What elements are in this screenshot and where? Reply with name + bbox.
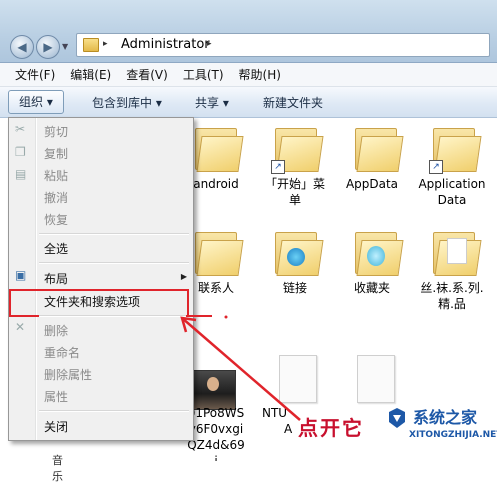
organize-menu: ✂ 剪切 ❐ 复制 ▤ 粘贴 撤消 恢复 全选 ▣ 布局 ▶ 文件夹和搜索选项 … [8,117,194,441]
video-thumbnail[interactable] [192,370,236,410]
breadcrumb-current[interactable]: Administrator [121,37,210,52]
item-label-start-menu-line2[interactable]: 单 [255,192,335,208]
globe-icon [367,246,385,266]
file-icon[interactable] [279,355,317,403]
include-in-library-button[interactable]: 包含到库中 ▾ [92,94,162,111]
scissors-icon: ✂ [15,122,26,136]
menu-item-remove-properties[interactable]: 删除属性 [44,366,92,383]
menu-view[interactable]: 查看(V) [126,66,168,83]
submenu-arrow-icon: ▶ [180,272,187,281]
paste-icon: ▤ [15,167,27,181]
folder-icon[interactable] [355,128,404,172]
file-icon[interactable] [357,355,395,403]
favorites-folder-icon[interactable] [355,232,404,276]
contacts-folder-icon[interactable] [195,232,244,276]
menu-item-cut[interactable]: 剪切 [44,123,68,140]
organize-button[interactable]: 组织 ▾ [8,90,64,114]
watermark-logo-icon [389,408,405,428]
item-label-silk[interactable]: 丝.袜.系.列. [412,280,492,296]
menu-item-properties[interactable]: 属性 [44,388,68,405]
menu-gutter [35,118,37,440]
shortcut-arrow-icon: ↗ [429,160,443,174]
menu-item-delete[interactable]: 删除 [44,322,68,339]
links-folder-icon[interactable] [275,232,324,276]
menu-item-undo[interactable]: 撤消 [44,189,68,206]
forward-arrow-icon: ▶ [43,40,53,54]
window-titlebar: ◀ ▶ ▼ ▸ Administrator ▸ [0,0,497,63]
item-label-favorites[interactable]: 收藏夹 [332,280,412,296]
menu-separator [39,410,189,412]
shortcut-arrow-icon: ↗ [271,160,285,174]
folder-icon[interactable]: ↗ [429,128,482,174]
menu-bar: 文件(F) 编辑(E) 查看(V) 工具(T) 帮助(H) [0,63,497,87]
menu-tools[interactable]: 工具(T) [183,66,224,83]
layout-icon: ▣ [15,268,27,282]
breadcrumb-chevron-icon[interactable]: ▸ [103,39,108,49]
folder-icon [83,38,99,52]
menu-separator [39,233,189,235]
watermark: 系统之家 XITONGZHIJIA.NET [385,400,497,461]
menu-item-layout[interactable]: 布局 [44,270,68,287]
menu-separator [39,262,189,264]
menu-item-paste[interactable]: 粘贴 [44,167,68,184]
folder-icon[interactable] [195,128,244,172]
menu-edit[interactable]: 编辑(E) [70,66,111,83]
item-label-video-line4[interactable]: i [176,453,256,461]
menu-file[interactable]: 文件(F) [15,66,55,83]
menu-separator [39,315,189,317]
forward-button[interactable]: ▶ [36,35,60,59]
menu-item-select-all[interactable]: 全选 [44,240,68,257]
link-arrow-icon [287,248,305,266]
item-label-silk-line2[interactable]: 精.品 [412,296,492,312]
share-button[interactable]: 共享 ▾ [195,94,229,111]
menu-item-copy[interactable]: 复制 [44,145,68,162]
annotation-text: 点开它 [298,416,364,440]
menu-item-redo[interactable]: 恢复 [44,211,68,228]
highlight-box [9,289,189,317]
folder-icon[interactable] [433,232,482,276]
new-folder-button[interactable]: 新建文件夹 [263,94,323,111]
item-label-application-data[interactable]: Application [412,176,492,192]
copy-icon: ❐ [15,145,26,159]
folder-icon[interactable]: ↗ [271,128,324,174]
command-bar: 组织 ▾ 包含到库中 ▾ 共享 ▾ 新建文件夹 [0,87,497,118]
watermark-name: 系统之家 [413,408,478,427]
menu-item-close[interactable]: 关闭 [44,418,68,435]
document-icon [447,238,467,264]
nav-item-music[interactable]: 音乐 [52,452,63,484]
back-button[interactable]: ◀ [10,35,34,59]
item-label-application-data-line2[interactable]: Data [412,192,492,208]
back-arrow-icon: ◀ [17,40,27,54]
item-label-ntuser[interactable]: NTU [262,405,302,421]
delete-x-icon: ✕ [15,320,26,334]
breadcrumb-chevron-icon[interactable]: ▸ [207,39,212,49]
menu-item-rename[interactable]: 重命名 [44,344,80,361]
watermark-url: XITONGZHIJIA.NET [409,430,497,440]
item-label-links[interactable]: 链接 [255,280,335,296]
history-dropdown-icon[interactable]: ▼ [62,42,68,51]
item-label-appdata[interactable]: AppData [332,176,412,192]
address-bar[interactable]: ▸ Administrator ▸ [76,33,490,57]
menu-help[interactable]: 帮助(H) [239,66,281,83]
item-label-start-menu[interactable]: 「开始」菜 [255,176,335,192]
